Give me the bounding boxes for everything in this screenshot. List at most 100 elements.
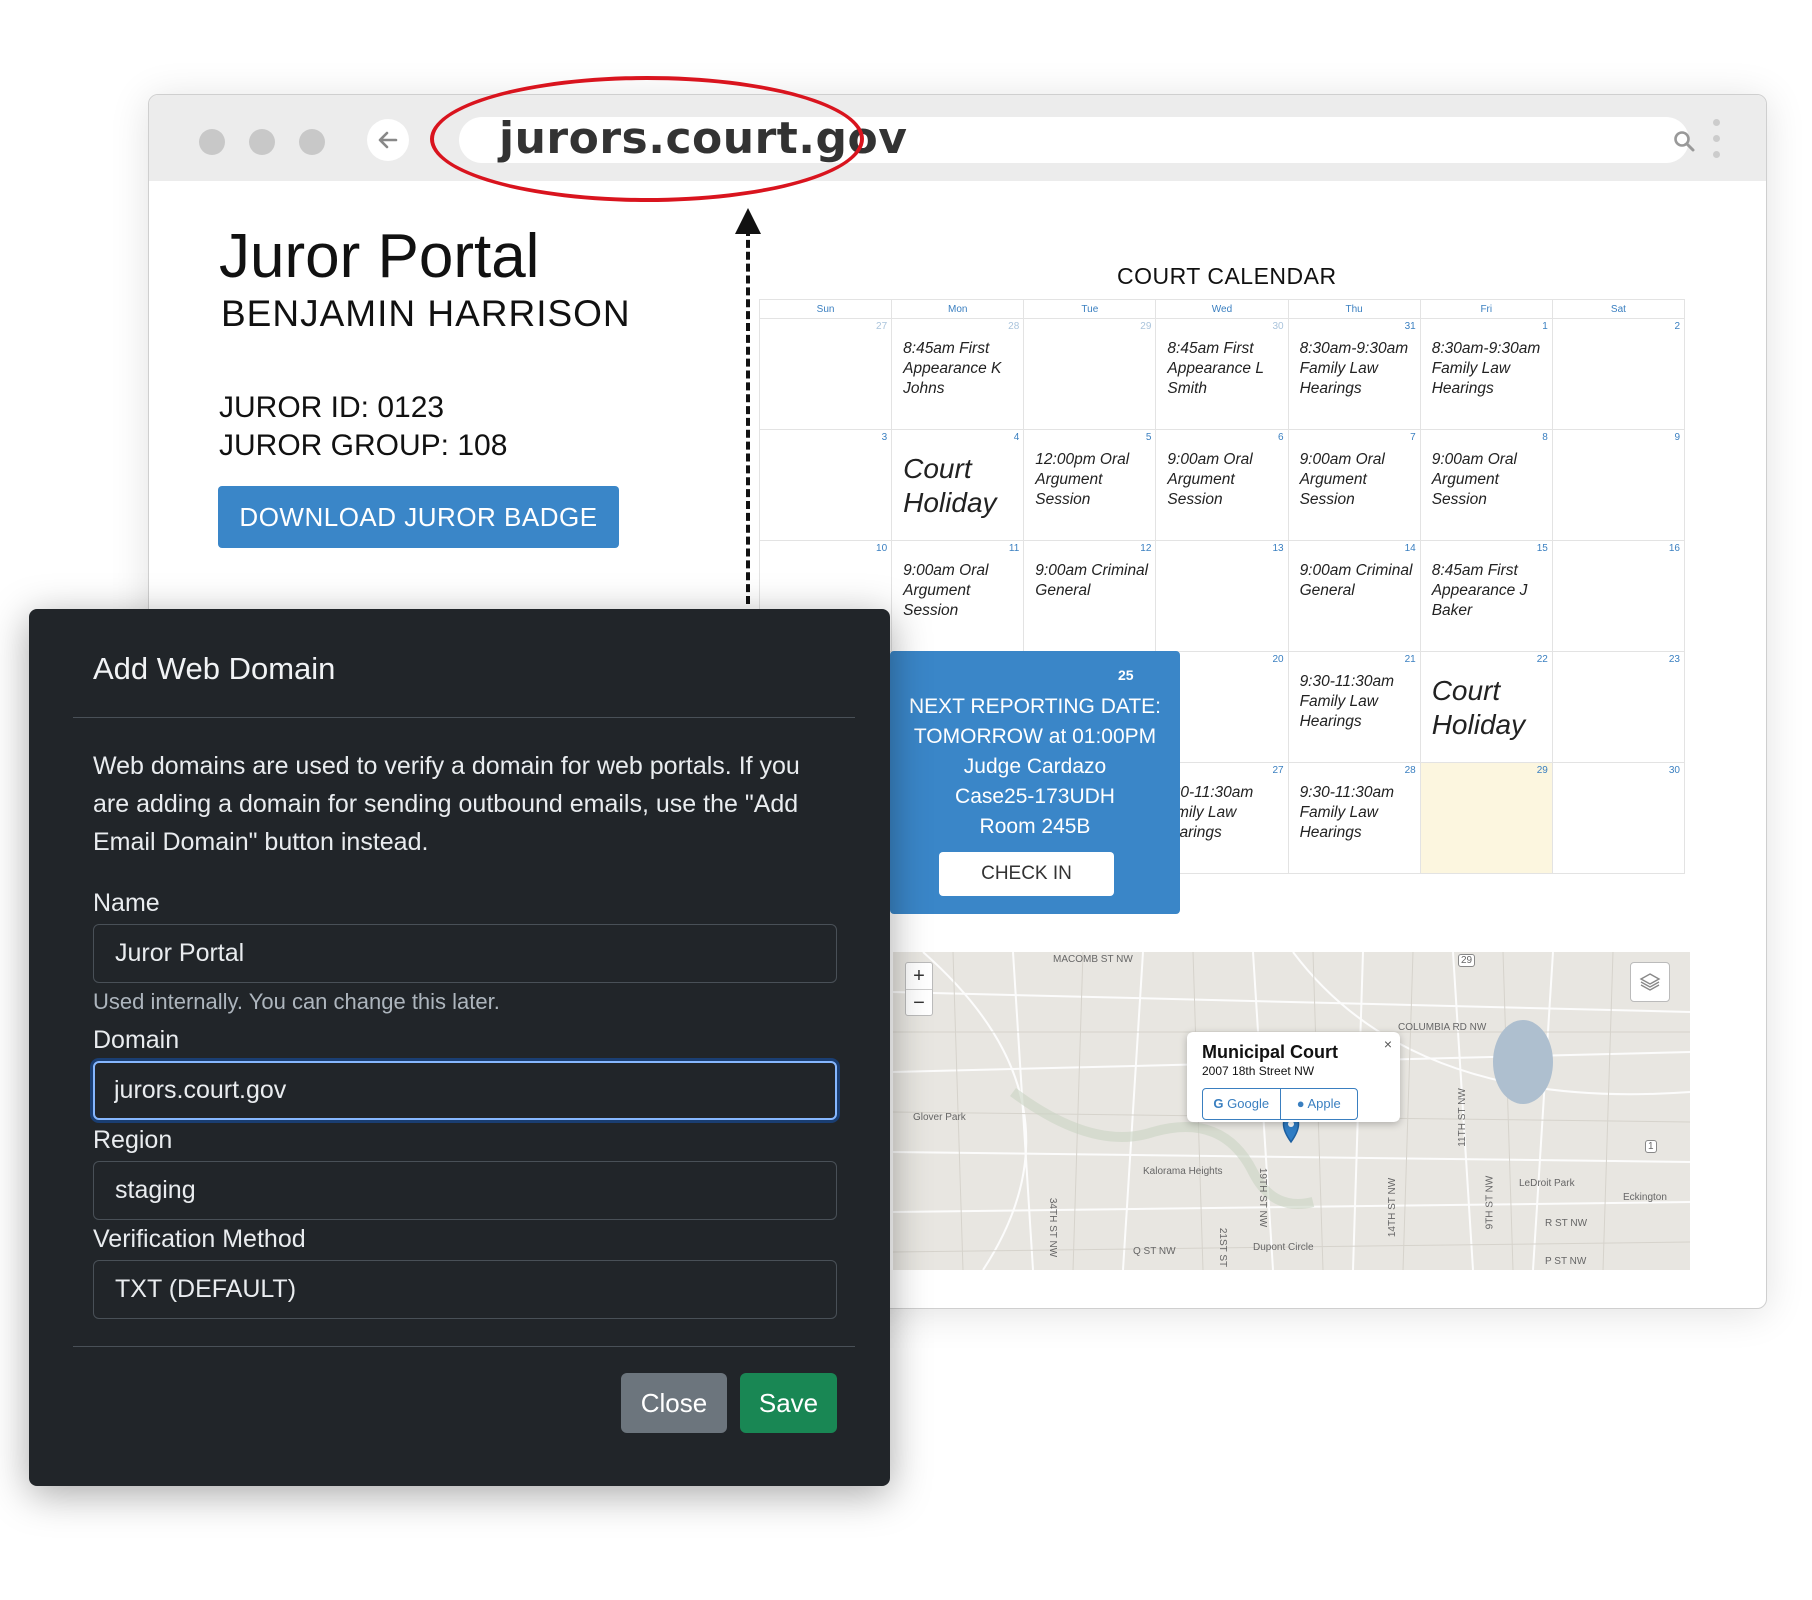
day-number: 5 bbox=[1145, 432, 1152, 443]
calendar-day-cell[interactable]: 31 8:30am-9:30am Family Law Hearings bbox=[1287, 318, 1421, 430]
calendar-week: 3 4 Court Holiday 5 12:00pm Oral Argument Se… bbox=[758, 429, 1686, 541]
map-layers-button[interactable] bbox=[1630, 962, 1670, 1002]
download-badge-button[interactable]: DOWNLOAD JUROR BADGE bbox=[218, 486, 619, 548]
calendar-event: 8:30am-9:30am Family Law Hearings bbox=[1431, 340, 1541, 397]
calendar-day-cell[interactable]: 7 9:00am Oral Argument Session bbox=[1287, 429, 1421, 541]
google-maps-button[interactable]: G Google bbox=[1203, 1089, 1280, 1119]
route-shield: 29 bbox=[1458, 954, 1476, 967]
calendar-day-cell[interactable]: 27 bbox=[758, 318, 893, 430]
calendar-day-cell[interactable]: 8 9:00am Oral Argument Session bbox=[1419, 429, 1553, 541]
domain-input[interactable] bbox=[93, 1061, 837, 1120]
day-number: 21 bbox=[1404, 654, 1416, 665]
calendar-day-cell[interactable]: 12 9:00am Criminal General bbox=[1023, 540, 1157, 652]
modal-footer-divider bbox=[73, 1346, 855, 1347]
reporting-label: NEXT REPORTING DATE: bbox=[908, 695, 1162, 718]
weekday-header: Tue bbox=[1023, 299, 1157, 319]
calendar-week: 27 28 8:45am First Appearance K Johns 29 30 8… bbox=[758, 318, 1686, 430]
calendar-day-cell[interactable]: 30 8:45am First Appearance L Smith bbox=[1155, 318, 1289, 430]
day-number: 10 bbox=[876, 543, 888, 554]
map[interactable]: MACOMB ST NW COLUMBIA RD NW Glover Park … bbox=[893, 952, 1690, 1270]
weekday-header: Sat bbox=[1551, 299, 1686, 319]
weekday-header: Mon bbox=[891, 299, 1025, 319]
popup-close-button[interactable]: × bbox=[1384, 1036, 1392, 1052]
map-label: 14TH ST NW bbox=[1387, 1177, 1399, 1238]
calendar-day-cell[interactable]: 9 bbox=[1551, 429, 1686, 541]
calendar-event: Court Holiday bbox=[903, 453, 997, 518]
day-number: 23 bbox=[1668, 654, 1680, 665]
weekday-header: Fri bbox=[1419, 299, 1553, 319]
close-button[interactable]: Close bbox=[621, 1373, 727, 1433]
map-popup: Municipal Court 2007 18th Street NW × G … bbox=[1187, 1032, 1400, 1122]
calendar-day-cell[interactable]: 22 Court Holiday bbox=[1419, 651, 1553, 763]
day-number: 16 bbox=[1668, 543, 1680, 554]
day-number: 9 bbox=[1674, 432, 1680, 443]
calendar-event: 9:00am Oral Argument Session bbox=[1431, 451, 1517, 508]
calendar-day-cell[interactable]: 14 9:00am Criminal General bbox=[1287, 540, 1421, 652]
day-number: 15 bbox=[1536, 543, 1548, 554]
name-input[interactable] bbox=[93, 924, 837, 983]
day-number: 29 bbox=[1536, 765, 1548, 776]
juror-name: BENJAMIN HARRISON bbox=[221, 293, 631, 334]
modal-description: Web domains are used to verify a domain … bbox=[93, 752, 800, 856]
calendar-day-cell[interactable]: 11 9:00am Oral Argument Session bbox=[891, 540, 1025, 652]
day-number: 6 bbox=[1278, 432, 1284, 443]
region-label: Region bbox=[93, 1126, 173, 1154]
calendar-day-cell[interactable]: 3 bbox=[758, 429, 893, 541]
map-label: 11TH ST NW bbox=[1456, 1088, 1468, 1147]
calendar-day-cell[interactable]: 28 9:30-11:30am Family Law Hearings bbox=[1287, 762, 1421, 874]
apple-label: Apple bbox=[1307, 1096, 1341, 1111]
map-label: MACOMB ST NW bbox=[1053, 954, 1133, 965]
name-label: Name bbox=[93, 889, 160, 917]
weekday-header: Sun bbox=[758, 299, 893, 319]
calendar-day-cell[interactable]: 30 bbox=[1551, 762, 1686, 874]
portal-title: Juror Portal bbox=[219, 222, 540, 291]
day-number: 14 bbox=[1404, 543, 1416, 554]
day-number: 4 bbox=[1013, 432, 1020, 443]
region-input[interactable] bbox=[93, 1161, 837, 1220]
calendar-day-cell[interactable]: 16 bbox=[1551, 540, 1686, 652]
apple-maps-button[interactable]: ● Apple bbox=[1279, 1089, 1358, 1119]
day-number: 12 bbox=[1140, 543, 1152, 554]
day-number: 2 bbox=[1674, 321, 1680, 332]
calendar-day-cell[interactable]: 2 bbox=[1551, 318, 1686, 430]
day-number: 7 bbox=[1410, 432, 1416, 443]
calendar-day-cell[interactable]: 28 8:45am First Appearance K Johns bbox=[891, 318, 1025, 430]
weekday-header: Thu bbox=[1287, 299, 1421, 319]
calendar-day-cell[interactable]: 4 Court Holiday bbox=[891, 429, 1025, 541]
zoom-out-button[interactable]: − bbox=[906, 989, 932, 1016]
dashed-connector bbox=[746, 228, 750, 604]
check-in-button[interactable]: CHECK IN bbox=[939, 852, 1114, 896]
day-number: 30 bbox=[1668, 765, 1680, 776]
verification-method-input[interactable] bbox=[93, 1260, 837, 1319]
zoom-in-button[interactable]: + bbox=[906, 963, 932, 989]
calendar-day-cell[interactable]: 21 9:30-11:30am Family Law Hearings bbox=[1287, 651, 1421, 763]
calendar-day-cell[interactable]: 13 bbox=[1155, 540, 1289, 652]
calendar-event: :30-11:30am amily Law learings bbox=[1167, 784, 1254, 841]
day-number: 13 bbox=[1272, 543, 1284, 554]
map-label: Eckington bbox=[1623, 1192, 1667, 1203]
calendar-day-cell[interactable]: 15 8:45am First Appearance J Baker bbox=[1419, 540, 1553, 652]
directions-buttons: G Google ● Apple bbox=[1202, 1088, 1358, 1120]
map-label: 34TH ST NW bbox=[1047, 1197, 1059, 1258]
layers-icon bbox=[1639, 973, 1661, 991]
reporting-judge: Judge Cardazo bbox=[963, 755, 1107, 778]
save-button[interactable]: Save bbox=[740, 1373, 837, 1433]
day-number: 1 bbox=[1542, 321, 1548, 332]
map-label: 9TH ST NW bbox=[1484, 1175, 1496, 1230]
day-number: 28 bbox=[1008, 321, 1020, 332]
calendar-day-cell[interactable]: 6 9:00am Oral Argument Session bbox=[1155, 429, 1289, 541]
calendar-day-cell[interactable]: 1 8:30am-9:30am Family Law Hearings bbox=[1419, 318, 1553, 430]
weekday-header: Wed bbox=[1155, 299, 1289, 319]
day-number: 3 bbox=[881, 432, 888, 443]
calendar-day-cell[interactable]: 5 12:00pm Oral Argument Session bbox=[1023, 429, 1157, 541]
reporting-room: Room 245B bbox=[979, 815, 1091, 838]
map-label: Dupont Circle bbox=[1253, 1242, 1314, 1253]
calendar-day-cell[interactable]: 23 bbox=[1551, 651, 1686, 763]
calendar-day-cell[interactable]: 29 bbox=[1023, 318, 1157, 430]
calendar-event: 9:00am Oral Argument Session bbox=[903, 562, 989, 619]
calendar-event: 9:30-11:30am Family Law Hearings bbox=[1299, 784, 1395, 841]
calendar-event: 9:00am Criminal General bbox=[1299, 562, 1413, 599]
calendar-day-cell[interactable]: 29 bbox=[1419, 762, 1553, 874]
popup-address: 2007 18th Street NW bbox=[1202, 1064, 1315, 1078]
calendar-event: 9:30-11:30am Family Law Hearings bbox=[1299, 673, 1395, 730]
